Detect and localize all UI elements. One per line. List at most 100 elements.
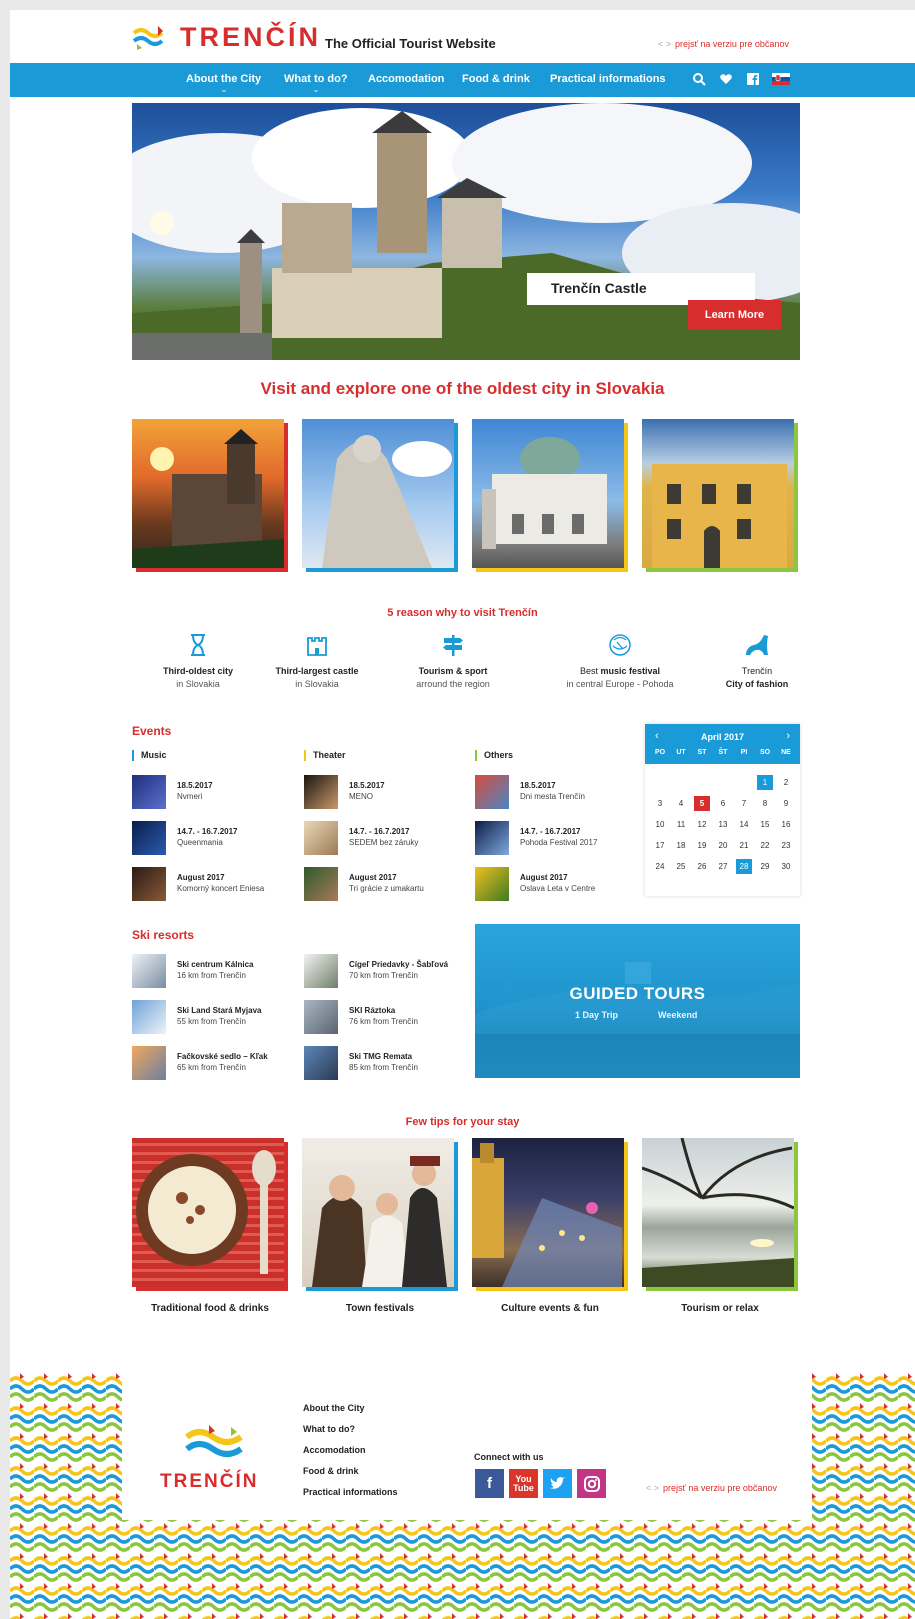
facebook-icon[interactable] — [746, 72, 760, 86]
calendar-header: ‹ April 2017 › PO UT ST ŠT PI SO NE — [645, 724, 800, 764]
gallery-tile-synagogue[interactable] — [472, 419, 628, 572]
event-item[interactable]: 14.7. - 16.7.2017 Queenmania — [132, 821, 292, 855]
footer-link-practical[interactable]: Practical informations — [303, 1487, 398, 1497]
calendar-day[interactable]: 13 — [715, 817, 731, 832]
ski-resort-item[interactable]: SKI Ráztoka 76 km from Trenčín — [304, 1000, 464, 1034]
ski-resort-item[interactable]: Ski TMG Remata 85 km from Trenčín — [304, 1046, 464, 1080]
heart-icon[interactable] — [719, 72, 733, 86]
event-name: Queenmania — [177, 838, 223, 847]
calendar-day[interactable]: 10 — [652, 817, 668, 832]
event-item[interactable]: 18.5.2017 Nvmeri — [132, 775, 292, 809]
event-name: Tri grácie z umakartu — [349, 884, 424, 893]
footer-logo-icon[interactable] — [185, 1423, 243, 1461]
nav-item-accomodation[interactable]: Accomodation — [368, 73, 444, 85]
calendar-day[interactable]: 9 — [778, 796, 794, 811]
ski-resort-distance: 76 km from Trenčín — [349, 1017, 418, 1026]
calendar-day[interactable]: 6 — [715, 796, 731, 811]
calendar-day[interactable]: 7 — [736, 796, 752, 811]
palace-photo — [642, 419, 794, 568]
calendar-day[interactable]: 11 — [673, 817, 689, 832]
calendar-day[interactable]: 4 — [673, 796, 689, 811]
ski-resort-item[interactable]: Fačkovské sedlo – Kľak 65 km from Trenčí… — [132, 1046, 292, 1080]
calendar-day[interactable]: 2 — [778, 775, 794, 790]
tip-tile-festivals[interactable]: Town festivals — [302, 1138, 458, 1314]
event-item[interactable]: 18.5.2017 MENO — [304, 775, 464, 809]
footer-link-accomodation[interactable]: Accomodation — [303, 1445, 366, 1455]
event-item[interactable]: August 2017 Komorný koncert Eniesa — [132, 867, 292, 901]
calendar-day[interactable]: 20 — [715, 838, 731, 853]
calendar-day[interactable]: 1 — [757, 775, 773, 790]
youtube-icon[interactable]: You Tube — [509, 1469, 538, 1498]
event-date: 14.7. - 16.7.2017 — [177, 827, 238, 836]
calendar-day[interactable]: 18 — [673, 838, 689, 853]
footer-link-food-drink[interactable]: Food & drink — [303, 1466, 359, 1476]
gallery-tile-castle-sunset[interactable] — [132, 419, 288, 572]
ski-resort-item[interactable]: Cígeľ Priedavky - Šabľová 70 km from Tre… — [304, 954, 464, 988]
tip-tile-culture[interactable]: Culture events & fun — [472, 1138, 628, 1314]
nav-item-practical[interactable]: Practical informations — [550, 73, 666, 85]
site-tagline: The Official Tourist Website — [325, 36, 496, 51]
calendar-day[interactable]: 22 — [757, 838, 773, 853]
event-thumbnail — [304, 775, 338, 809]
tip-tile-relax[interactable]: Tourism or relax — [642, 1138, 798, 1314]
event-thumbnail — [132, 867, 166, 901]
footer-citizen-version-link[interactable]: < > prejsť na verziu pre občanov — [646, 1483, 777, 1493]
calendar-day[interactable]: 8 — [757, 796, 773, 811]
calendar-day[interactable]: 24 — [652, 859, 668, 874]
reason-subtitle: in Slovakia — [295, 679, 339, 689]
logo-wordmark[interactable]: TRENČÍN — [180, 22, 321, 53]
events-column-music: Music 18.5.2017 Nvmeri 14.7. - 16.7.2017… — [132, 750, 292, 901]
castle-icon — [307, 637, 327, 656]
twitter-icon[interactable] — [543, 1469, 572, 1498]
event-item[interactable]: August 2017 Oslava Leta v Centre — [475, 867, 635, 901]
nav-item-food-drink[interactable]: Food & drink — [462, 73, 530, 85]
calendar-day[interactable]: 16 — [778, 817, 794, 832]
trencin-logo-icon[interactable] — [132, 24, 168, 50]
calendar-day[interactable]: 25 — [673, 859, 689, 874]
guided-tours-banner[interactable]: GUIDED TOURS 1 Day Trip Weekend — [475, 924, 800, 1078]
event-item[interactable]: 14.7. - 16.7.2017 Pohoda Festival 2017 — [475, 821, 635, 855]
event-item[interactable]: 18.5.2017 Dni mesta Trenčín — [475, 775, 635, 809]
calendar-day[interactable]: 23 — [778, 838, 794, 853]
calendar-day[interactable]: 5 — [694, 796, 710, 811]
gallery-tile-palace[interactable] — [642, 419, 798, 572]
footer-logo-wordmark[interactable]: TRENČÍN — [160, 1471, 258, 1493]
ski-resort-item[interactable]: Ski Land Stará Myjava 55 km from Trenčín — [132, 1000, 292, 1034]
calendar-day[interactable]: 29 — [757, 859, 773, 874]
search-icon[interactable] — [692, 72, 706, 86]
tip-tile-food[interactable]: Traditional food & drinks — [132, 1138, 288, 1314]
learn-more-button[interactable]: Learn More — [688, 300, 781, 330]
tour-option-weekend[interactable]: Weekend — [658, 1010, 697, 1020]
calendar-dow: NE — [781, 749, 791, 756]
calendar-day[interactable]: 27 — [715, 859, 731, 874]
nav-item-what-to-do[interactable]: What to do? ⌄ — [284, 73, 348, 94]
footer-link-about[interactable]: About the City — [303, 1403, 365, 1413]
event-item[interactable]: August 2017 Tri grácie z umakartu — [304, 867, 464, 901]
calendar-next-icon[interactable]: › — [786, 730, 790, 742]
calendar-day[interactable]: 30 — [778, 859, 794, 874]
nav-item-label: Accomodation — [368, 73, 445, 85]
calendar-day[interactable]: 21 — [736, 838, 752, 853]
instagram-icon[interactable] — [577, 1469, 606, 1498]
calendar-day[interactable]: 28 — [736, 859, 752, 874]
ski-resort-name: Fačkovské sedlo – Kľak — [177, 1052, 268, 1061]
slovak-flag-icon[interactable] — [772, 72, 790, 86]
event-thumbnail — [475, 821, 509, 855]
ski-resort-item[interactable]: Ski centrum Kálnica 16 km from Trenčín — [132, 954, 292, 988]
calendar-day[interactable]: 15 — [757, 817, 773, 832]
calendar-day[interactable]: 14 — [736, 817, 752, 832]
event-item[interactable]: 14.7. - 16.7.2017 SEDEM bez záruky — [304, 821, 464, 855]
calendar-dow: ŠT — [718, 749, 728, 756]
facebook-icon[interactable]: f — [475, 1469, 504, 1498]
calendar-day[interactable]: 19 — [694, 838, 710, 853]
citizen-version-link[interactable]: < > prejsť na verziu pre občanov — [658, 39, 789, 49]
event-name: MENO — [349, 792, 373, 801]
footer-link-what-to-do[interactable]: What to do? — [303, 1424, 355, 1434]
calendar-day[interactable]: 12 — [694, 817, 710, 832]
nav-item-about[interactable]: About the City ⌄ — [186, 73, 261, 94]
calendar-day[interactable]: 26 — [694, 859, 710, 874]
calendar-day[interactable]: 3 — [652, 796, 668, 811]
gallery-tile-statue[interactable] — [302, 419, 458, 572]
calendar-day[interactable]: 17 — [652, 838, 668, 853]
tour-option-day-trip[interactable]: 1 Day Trip — [575, 1010, 618, 1020]
